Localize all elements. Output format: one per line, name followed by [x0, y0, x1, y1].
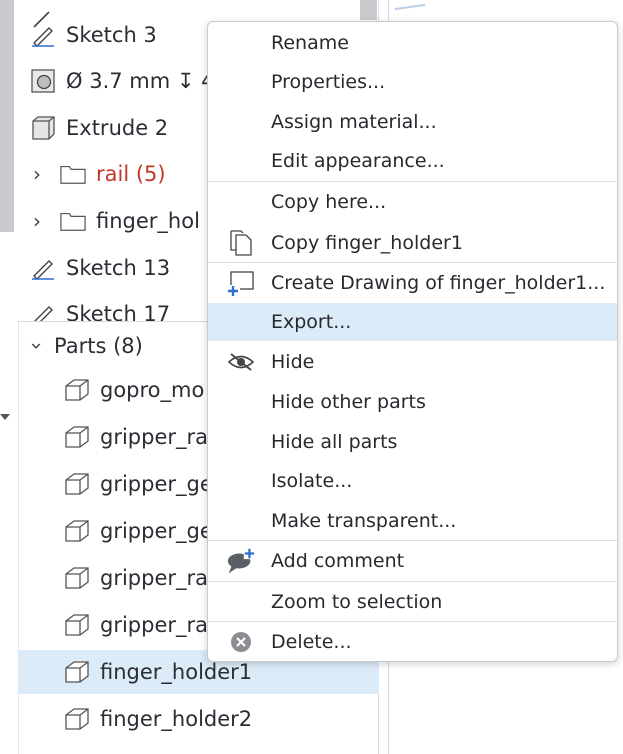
- part-icon: [62, 704, 92, 734]
- menu-item-label: Rename: [271, 32, 349, 54]
- menu-item-copy-here[interactable]: Copy here...: [208, 183, 617, 221]
- menu-item-label: Make transparent...: [271, 510, 457, 532]
- part-icon: [62, 563, 92, 593]
- menu-item-label: Hide all parts: [271, 431, 398, 453]
- folder-icon: [60, 161, 86, 187]
- menu-item-label: Add comment: [271, 550, 405, 572]
- menu-item-label: Isolate...: [271, 470, 353, 492]
- part-label: gripper_ge: [100, 519, 213, 543]
- menu-item-hide[interactable]: Hide: [208, 343, 617, 381]
- extrude-icon: [30, 115, 56, 141]
- add-comment-icon: [226, 546, 256, 576]
- sketch-icon: [30, 22, 56, 48]
- left-scrollbar[interactable]: [0, 0, 14, 232]
- folder-row-finger-holder[interactable]: › finger_hol: [28, 198, 200, 244]
- copy-icon: [226, 228, 256, 258]
- menu-item-properties[interactable]: Properties...: [208, 63, 617, 101]
- menu-item-isolate[interactable]: Isolate...: [208, 462, 617, 500]
- menu-item-label: Zoom to selection: [271, 591, 443, 613]
- menu-separator: [208, 181, 617, 182]
- part-label: gripper_ra: [100, 566, 209, 590]
- chevron-down-icon[interactable]: ›: [25, 337, 49, 355]
- feature-tree-scrollbar[interactable]: [360, 0, 377, 20]
- menu-item-label: Create Drawing of finger_holder1...: [271, 272, 606, 294]
- menu-item-label: Export...: [271, 311, 352, 333]
- menu-item-label: Hide: [271, 351, 315, 373]
- menu-item-assign-material[interactable]: Assign material...: [208, 103, 617, 141]
- menu-item-delete[interactable]: Delete...: [208, 623, 617, 661]
- feature-row-sketch17[interactable]: Sketch 17: [30, 291, 170, 322]
- menu-item-export[interactable]: Export...: [208, 303, 617, 341]
- feature-label: Extrude 2: [66, 116, 169, 140]
- feature-row-extrude2[interactable]: Extrude 2: [30, 105, 168, 151]
- parts-header[interactable]: › Parts (8): [25, 330, 143, 362]
- part-label: finger_holder2: [100, 707, 253, 731]
- folder-label-rail: rail (5): [96, 162, 166, 186]
- sketch-icon: [30, 301, 56, 322]
- part-icon: [62, 469, 92, 499]
- menu-item-add-comment[interactable]: Add comment: [208, 542, 617, 580]
- folder-row-rail[interactable]: › rail (5): [28, 151, 166, 197]
- chevron-right-icon[interactable]: ›: [28, 162, 46, 186]
- hole-icon: [30, 68, 56, 94]
- part-label: gripper_ra: [100, 613, 209, 637]
- delete-icon: [226, 627, 256, 657]
- feature-label: Sketch 17: [66, 302, 171, 322]
- menu-item-rename[interactable]: Rename: [208, 24, 617, 62]
- part-icon: [62, 422, 92, 452]
- hide-eye-icon: [226, 347, 256, 377]
- menu-item-label: Edit appearance...: [271, 150, 445, 172]
- feature-row-sketch3[interactable]: Sketch 3: [30, 12, 157, 58]
- menu-item-zoom-to-selection[interactable]: Zoom to selection: [208, 583, 617, 621]
- part-label: gopro_mo: [100, 378, 205, 402]
- menu-item-label: Copy finger_holder1: [271, 232, 463, 254]
- part-icon: [62, 657, 92, 687]
- feature-label: Ø 3.7 mm ↧ 4: [66, 69, 215, 93]
- menu-item-label: Hide other parts: [271, 391, 426, 413]
- menu-separator: [208, 540, 617, 541]
- menu-item-copy-part[interactable]: Copy finger_holder1: [208, 224, 617, 262]
- feature-label: Sketch 3: [66, 23, 157, 47]
- parts-header-label: Parts (8): [54, 334, 143, 358]
- part-icon: [62, 516, 92, 546]
- context-menu: Rename Properties... Assign material... …: [207, 21, 618, 662]
- menu-item-label: Copy here...: [271, 191, 387, 213]
- part-row[interactable]: finger_holder2: [18, 697, 379, 741]
- part-label: finger_holder1: [100, 660, 253, 684]
- menu-item-create-drawing[interactable]: Create Drawing of finger_holder1...: [208, 264, 617, 302]
- sketch-icon: [30, 255, 56, 281]
- menu-separator: [208, 581, 617, 582]
- menu-item-hide-other-parts[interactable]: Hide other parts: [208, 383, 617, 421]
- collapse-arrow-icon[interactable]: [0, 414, 10, 420]
- feature-label: Sketch 13: [66, 256, 171, 280]
- part-icon: [62, 375, 92, 405]
- folder-label: finger_hol: [96, 209, 200, 233]
- menu-item-edit-appearance[interactable]: Edit appearance...: [208, 142, 617, 180]
- chevron-right-icon[interactable]: ›: [28, 209, 46, 233]
- folder-icon: [60, 208, 86, 234]
- part-icon: [62, 610, 92, 640]
- viewport-edge: [395, 0, 425, 11]
- part-label: gripper_ra: [100, 425, 209, 449]
- menu-item-make-transparent[interactable]: Make transparent...: [208, 502, 617, 540]
- feature-row-hole[interactable]: Ø 3.7 mm ↧ 4: [30, 58, 215, 104]
- menu-item-hide-all-parts[interactable]: Hide all parts: [208, 423, 617, 461]
- menu-item-label: Properties...: [271, 71, 386, 93]
- menu-separator: [208, 262, 617, 263]
- menu-item-label: Assign material...: [271, 111, 437, 133]
- feature-row-sketch13[interactable]: Sketch 13: [30, 245, 170, 291]
- menu-separator: [208, 621, 617, 622]
- part-label: gripper_ge: [100, 472, 213, 496]
- create-drawing-icon: [226, 268, 256, 298]
- menu-item-label: Delete...: [271, 631, 352, 653]
